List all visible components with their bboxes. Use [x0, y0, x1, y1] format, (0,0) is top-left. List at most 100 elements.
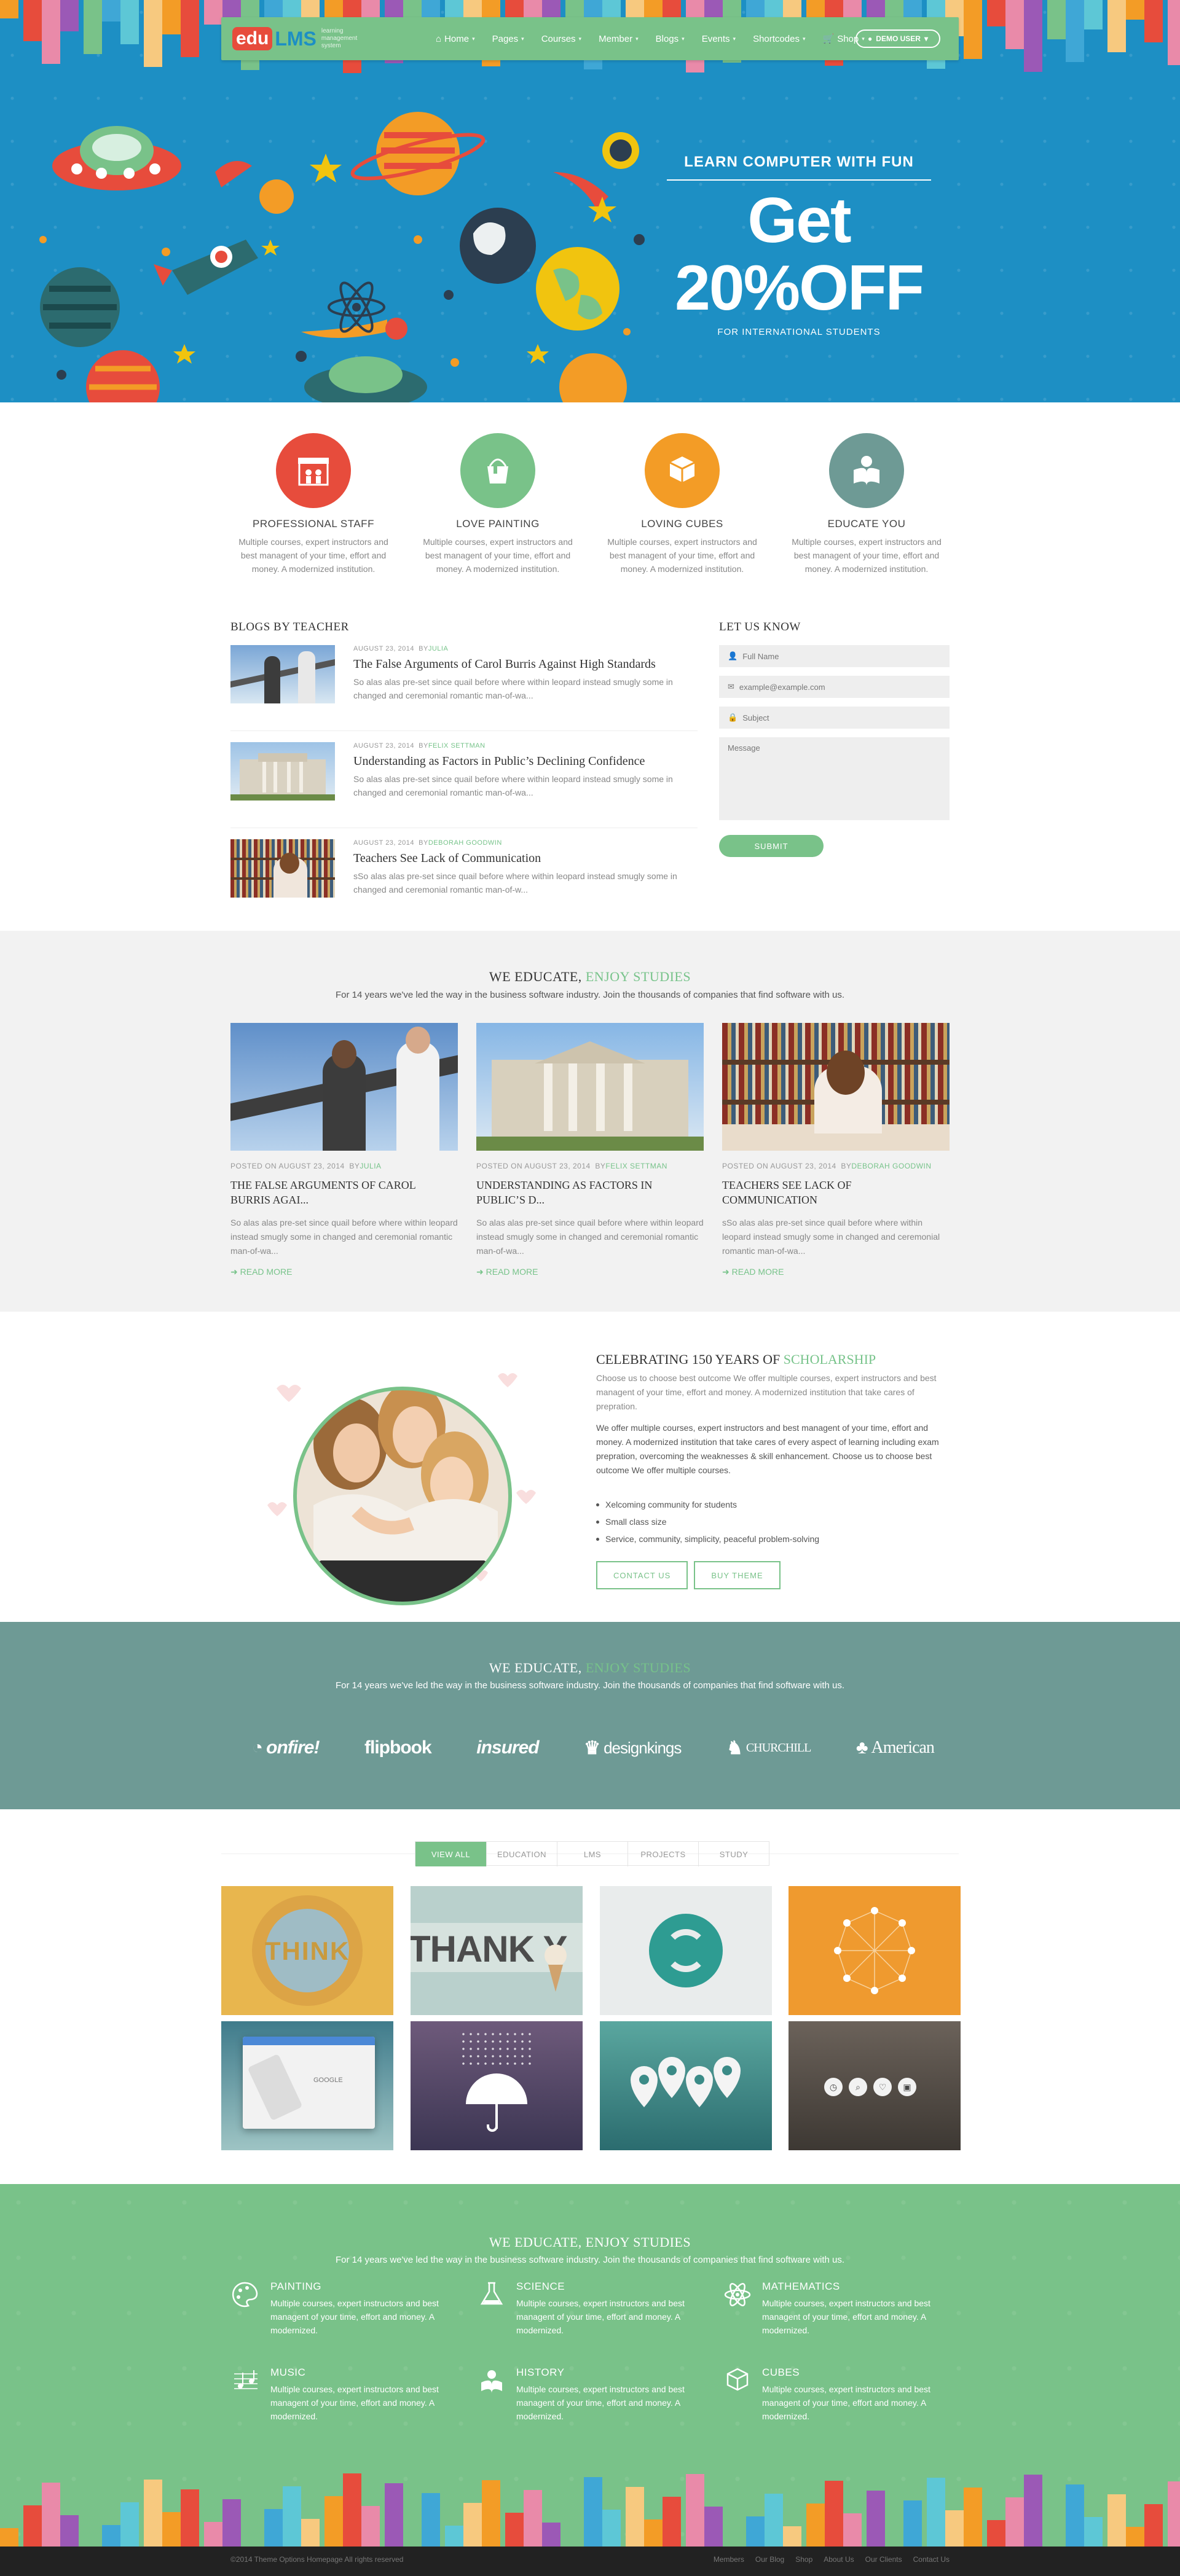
stripe-bar: [23, 0, 42, 41]
blog-body: AUGUST 23, 2014 BYFELIX SETTMAN Understa…: [353, 742, 698, 828]
footer-link-shop[interactable]: Shop: [795, 2555, 812, 2564]
filter-projects[interactable]: PROJECTS: [627, 1842, 698, 1866]
card-image-students[interactable]: [230, 1023, 458, 1151]
read-more-link[interactable]: ➜ READ MORE: [722, 1267, 950, 1277]
hero-divider: [667, 179, 931, 181]
partner-logo-insured[interactable]: insured: [476, 1737, 539, 1758]
blog-author[interactable]: FELIX SETTMAN: [428, 742, 486, 750]
portfolio-tile-hover[interactable]: ◷ ⌕ ♡ ▣: [789, 2021, 961, 2150]
card-excerpt: So alas alas pre-set since quail before …: [230, 1218, 458, 1256]
nav-item-member[interactable]: Member ▾: [590, 34, 647, 44]
blog-meta: AUGUST 23, 2014 BYJULIA: [353, 645, 698, 652]
partner-logo-flipbook[interactable]: flipbook: [364, 1737, 432, 1758]
footer-link-members[interactable]: Members: [714, 2555, 744, 2564]
email-field[interactable]: ✉ example@example.com: [719, 676, 950, 698]
course-card: POSTED ON AUGUST 23, 2014 BYFELIX SETTMA…: [476, 1023, 704, 1277]
footer-link-clients[interactable]: Our Clients: [865, 2555, 902, 2564]
site-logo[interactable]: edu LMS learning management system: [232, 25, 364, 53]
filter-education[interactable]: EDUCATION: [486, 1842, 557, 1866]
demo-user-button[interactable]: ● DEMO USER ▾: [856, 29, 940, 48]
portfolio-tile-google[interactable]: GOOGLE: [221, 2021, 393, 2150]
main-navbar: edu LMS learning management system ⌂ Hom…: [221, 17, 959, 60]
section-title: WE EDUCATE, ENJOY STUDIES: [0, 1660, 1180, 1676]
read-more-link[interactable]: ➜ READ MORE: [476, 1267, 704, 1277]
subject-cubes: CUBES Multiple courses, expert instructo…: [722, 2365, 956, 2427]
blog-author[interactable]: DEBORAH GOODWIN: [428, 839, 502, 847]
filter-lms[interactable]: LMS: [557, 1842, 627, 1866]
nav-label: Shortcodes: [753, 33, 800, 44]
portfolio-tile-umbrella[interactable]: [411, 2021, 583, 2150]
filter-study[interactable]: STUDY: [698, 1842, 769, 1866]
blog-thumb-library[interactable]: [230, 839, 335, 898]
subject-field[interactable]: 🔒 Subject: [719, 707, 950, 729]
nav-item-events[interactable]: Events ▾: [693, 34, 744, 44]
partner-logo-churchill[interactable]: ♞ CHURCHILL: [726, 1737, 811, 1759]
nav-item-blogs[interactable]: Blogs ▾: [647, 34, 693, 44]
nav-label: Courses: [541, 33, 576, 44]
card-image-library[interactable]: [722, 1023, 950, 1151]
partner-logo-american[interactable]: ♣ American: [856, 1737, 935, 1758]
list-item: Xelcoming community for students: [596, 1496, 950, 1513]
blog-thumb-building[interactable]: [230, 742, 335, 801]
card-author[interactable]: DEBORAH GOODWIN: [851, 1162, 931, 1170]
footer-link-blog[interactable]: Our Blog: [755, 2555, 784, 2564]
submit-button[interactable]: SUBMIT: [719, 835, 824, 857]
user-icon: ●: [868, 34, 873, 43]
subjects-section: WE EDUCATE, ENJOY STUDIES For 14 years w…: [0, 2184, 1180, 2547]
card-meta: POSTED ON AUGUST 23, 2014 BYFELIX SETTMA…: [476, 1162, 704, 1170]
partner-name: insured: [476, 1737, 539, 1758]
nav-item-home[interactable]: ⌂ Home ▾: [427, 34, 484, 44]
feature-text: Multiple courses, expert instructors and…: [423, 537, 573, 574]
portfolio-tile-globe[interactable]: [600, 1886, 772, 2015]
card-title[interactable]: TEACHERS SEE LACK OF COMMUNICATION: [722, 1178, 950, 1207]
message-field[interactable]: Message: [719, 737, 950, 820]
blog-thumb-students[interactable]: [230, 645, 335, 703]
blog-item: AUGUST 23, 2014 BYJULIA The False Argume…: [230, 645, 698, 731]
card-title[interactable]: UNDERSTANDING AS FACTORS IN PUBLIC’S D..…: [476, 1178, 704, 1207]
card-author[interactable]: FELIX SETTMAN: [605, 1162, 667, 1170]
buy-theme-button[interactable]: BUY THEME: [694, 1561, 781, 1589]
blog-title[interactable]: Understanding as Factors in Public’s Dec…: [353, 754, 698, 769]
chevron-down-icon: ▾: [521, 35, 524, 42]
clock-icon[interactable]: ◷: [824, 2078, 843, 2096]
chevron-down-icon: ▾: [635, 35, 639, 42]
filter-view-all[interactable]: VIEW ALL: [415, 1842, 486, 1866]
blog-title[interactable]: Teachers See Lack of Communication: [353, 851, 698, 866]
stripe-bar: [1107, 0, 1126, 52]
feature-loving-cubes: LOVING CUBES Multiple courses, expert in…: [590, 433, 774, 581]
celebrate-content: CELEBRATING 150 YEARS OF SCHOLARSHIP Cho…: [596, 1352, 950, 1589]
blog-title[interactable]: The False Arguments of Carol Burris Agai…: [353, 657, 698, 671]
blog-meta: AUGUST 23, 2014 BYDEBORAH GOODWIN: [353, 839, 698, 847]
partner-logo-onfire[interactable]: ◔ onfire!: [252, 1737, 320, 1758]
search-icon[interactable]: ⌕: [849, 2078, 867, 2096]
arrow-right-icon: ➜: [230, 1267, 238, 1277]
nav-item-shortcodes[interactable]: Shortcodes ▾: [744, 34, 814, 44]
subject-science: SCIENCE Multiple courses, expert instruc…: [476, 2279, 710, 2341]
portfolio-tile-think[interactable]: THINK: [221, 1886, 393, 2015]
nav-item-courses[interactable]: Courses ▾: [533, 34, 590, 44]
card-title[interactable]: THE FALSE ARGUMENTS OF CAROL BURRIS AGAI…: [230, 1178, 458, 1207]
blog-author[interactable]: JULIA: [428, 645, 448, 652]
footer-link-contact[interactable]: Contact Us: [913, 2555, 950, 2564]
card-author[interactable]: JULIA: [360, 1162, 381, 1170]
stripe-bar: [1066, 0, 1084, 62]
stripe-bar: [964, 0, 982, 59]
nav-item-pages[interactable]: Pages ▾: [484, 34, 533, 44]
card-image-building[interactable]: [476, 1023, 704, 1151]
cube-icon: [726, 2368, 749, 2391]
blogs-by-teacher: BLOGS BY TEACHER AUGUST 23, 2014 BYJULIA…: [230, 621, 698, 925]
portfolio-tile-thankyou[interactable]: THANK Y: [411, 1886, 583, 2015]
gallery-icon[interactable]: ▣: [898, 2078, 916, 2096]
feature-text: Multiple courses, expert instructors and…: [238, 537, 388, 574]
heart-icon[interactable]: ♡: [873, 2078, 892, 2096]
contact-us-button[interactable]: CONTACT US: [596, 1561, 688, 1589]
paint-bucket-icon: [460, 433, 535, 508]
card-meta: POSTED ON AUGUST 23, 2014 BYJULIA: [230, 1162, 458, 1170]
name-field[interactable]: 👤 Full Name: [719, 645, 950, 667]
read-more-link[interactable]: ➜ READ MORE: [230, 1267, 458, 1277]
portfolio-tile-network[interactable]: [789, 1886, 961, 2015]
portfolio-tile-map-pins[interactable]: [600, 2021, 772, 2150]
read-more-label: READ MORE: [486, 1267, 538, 1277]
footer-link-about[interactable]: About Us: [824, 2555, 854, 2564]
partner-logo-designkings[interactable]: ♛ designkings: [584, 1737, 682, 1759]
